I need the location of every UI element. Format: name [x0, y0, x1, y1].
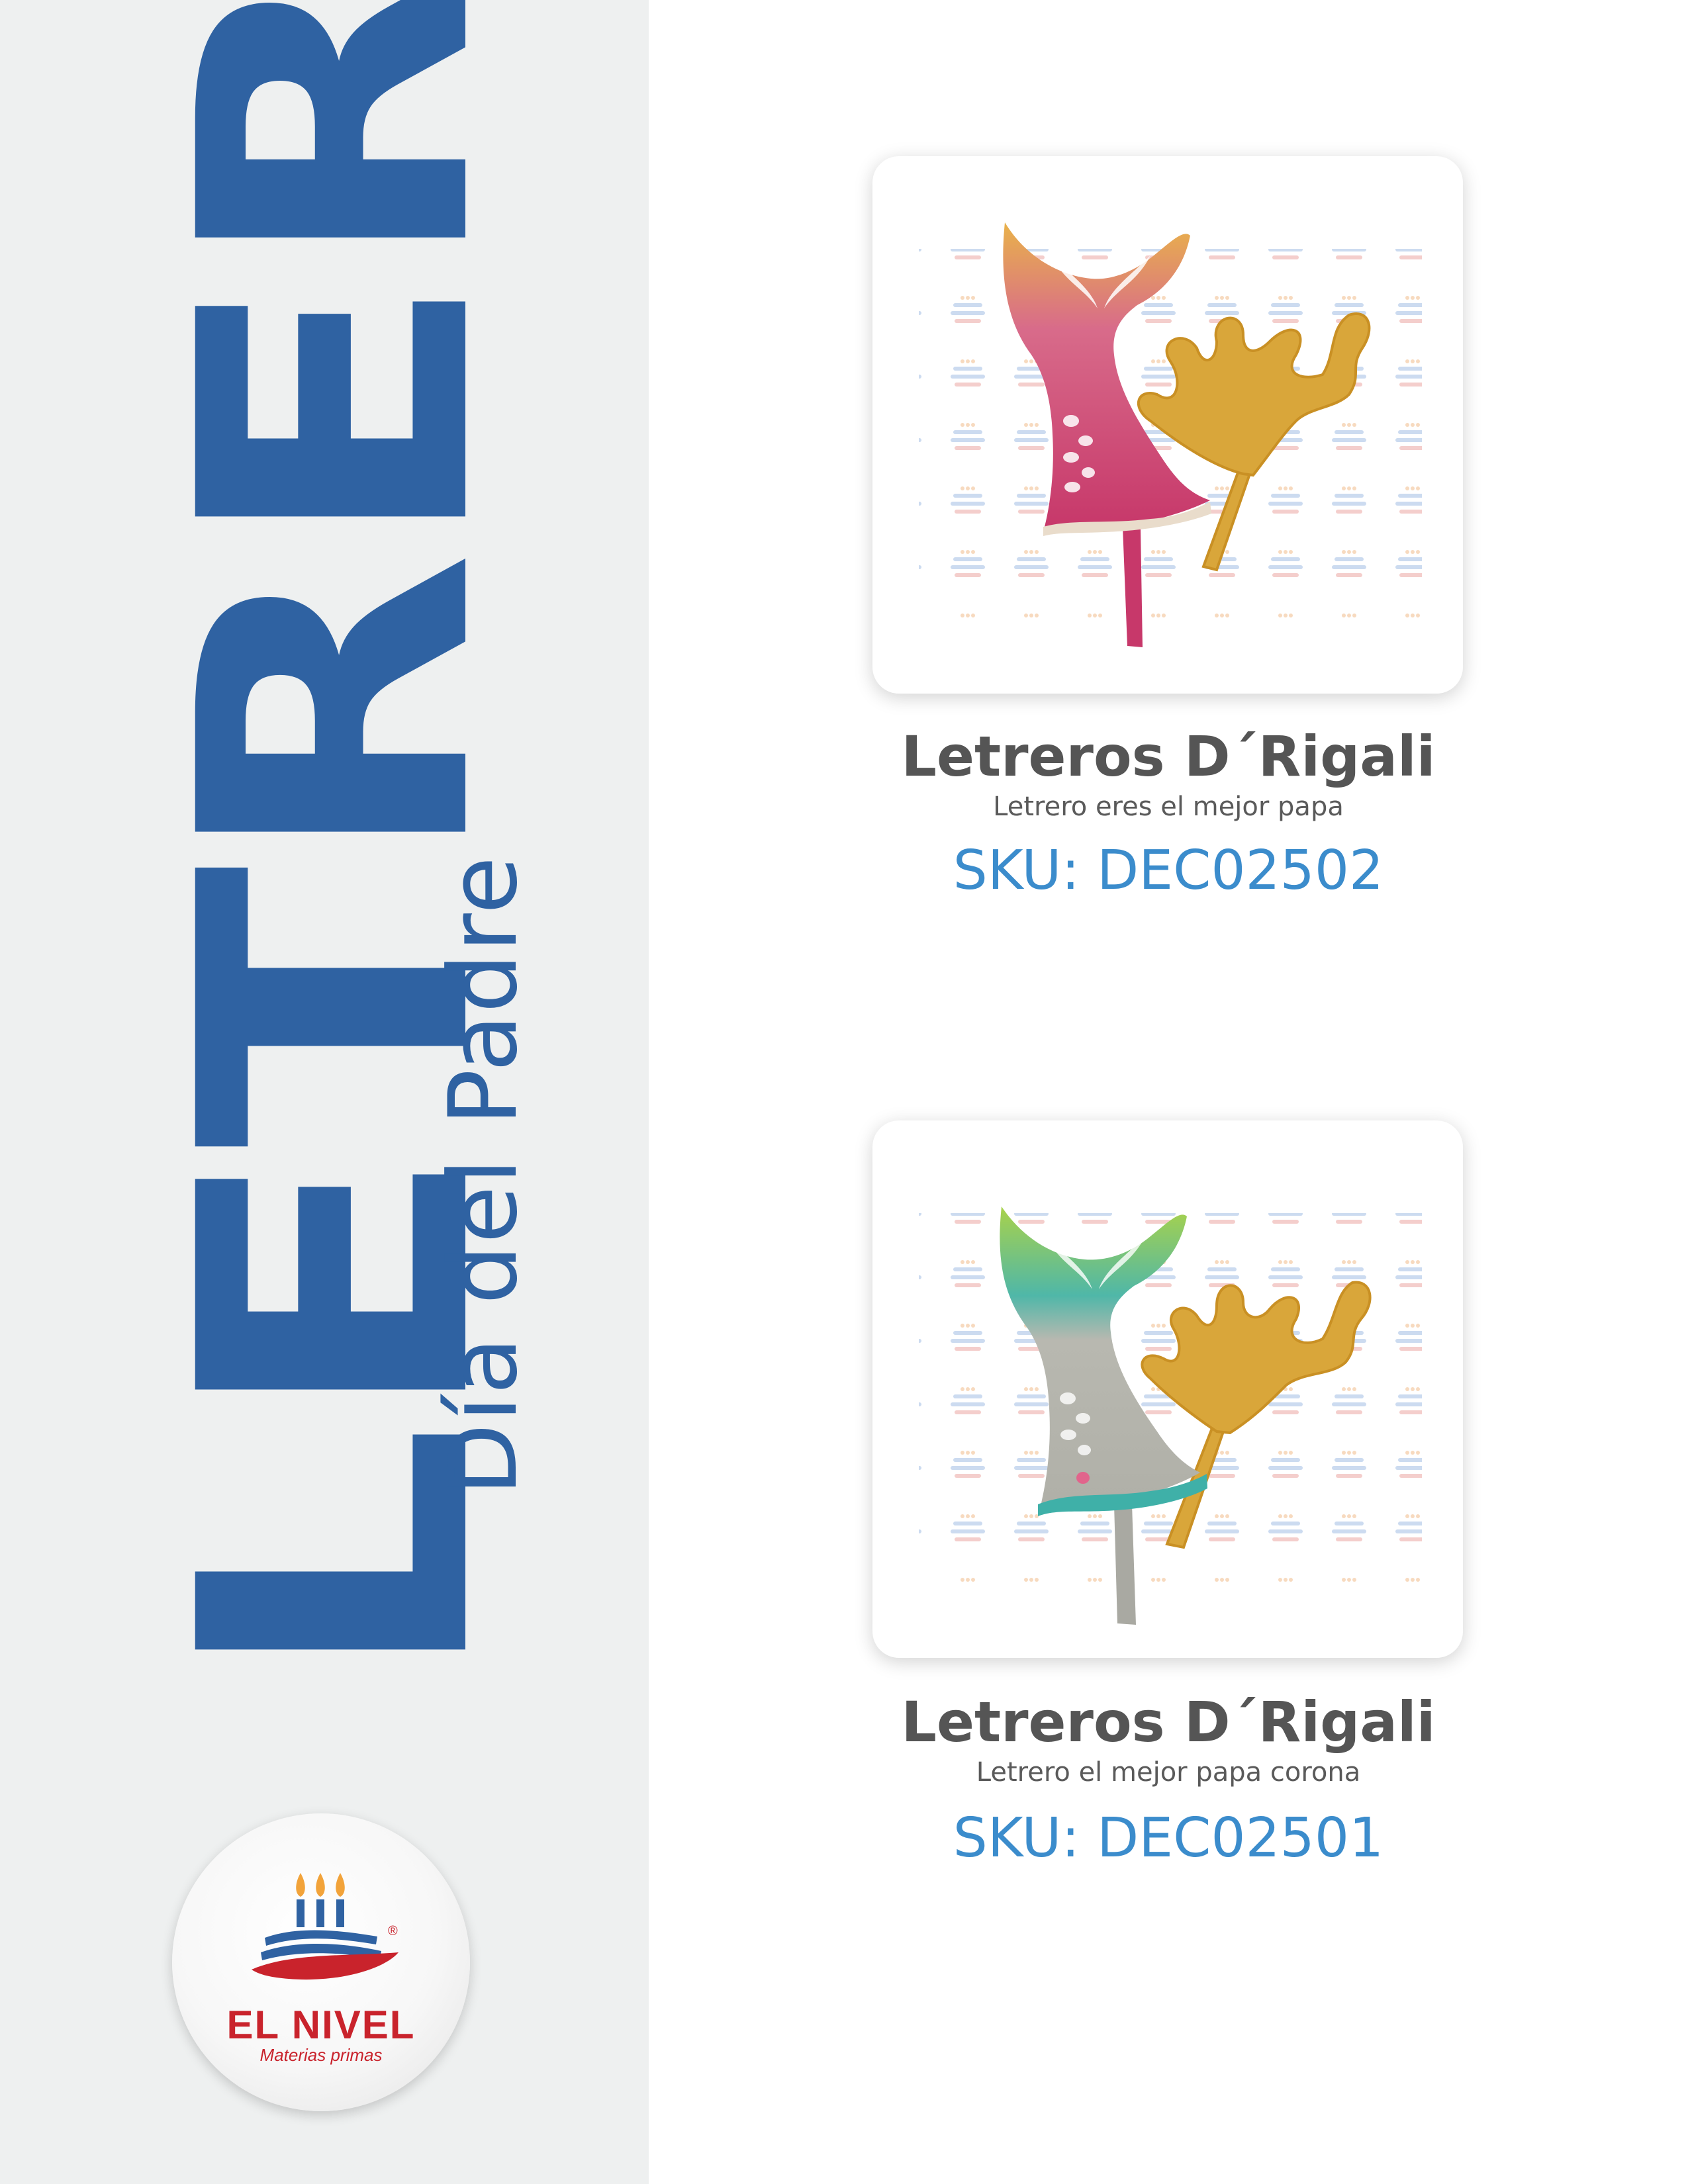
product-sku: SKU: DEC02501	[953, 1807, 1384, 1870]
registered-mark: ®	[388, 1924, 398, 1938]
product-name: Letreros D´Rigali	[901, 1690, 1436, 1754]
mermaid-tail-silver-image	[919, 1206, 1422, 1625]
product-description: Letrero el mejor papa corona	[976, 1757, 1361, 1788]
logo-tagline: Materias primas	[259, 2045, 383, 2065]
logo-name: EL NIVEL	[226, 2003, 416, 2047]
candles-icon	[296, 1873, 345, 1927]
product-image-card[interactable]	[872, 156, 1463, 694]
cake-logo-icon: ®	[252, 1873, 399, 1980]
mermaid-tail-pink-image	[919, 222, 1422, 647]
brand-logo: ® EL NIVEL Materias primas	[172, 1813, 470, 2111]
product-description: Letrero eres el mejor papa	[993, 792, 1344, 822]
product-image-card[interactable]	[872, 1120, 1463, 1658]
page-subtitle: Día del Padre	[429, 854, 538, 1496]
product-sku: SKU: DEC02502	[953, 839, 1384, 902]
product-name: Letreros D´Rigali	[901, 724, 1436, 789]
